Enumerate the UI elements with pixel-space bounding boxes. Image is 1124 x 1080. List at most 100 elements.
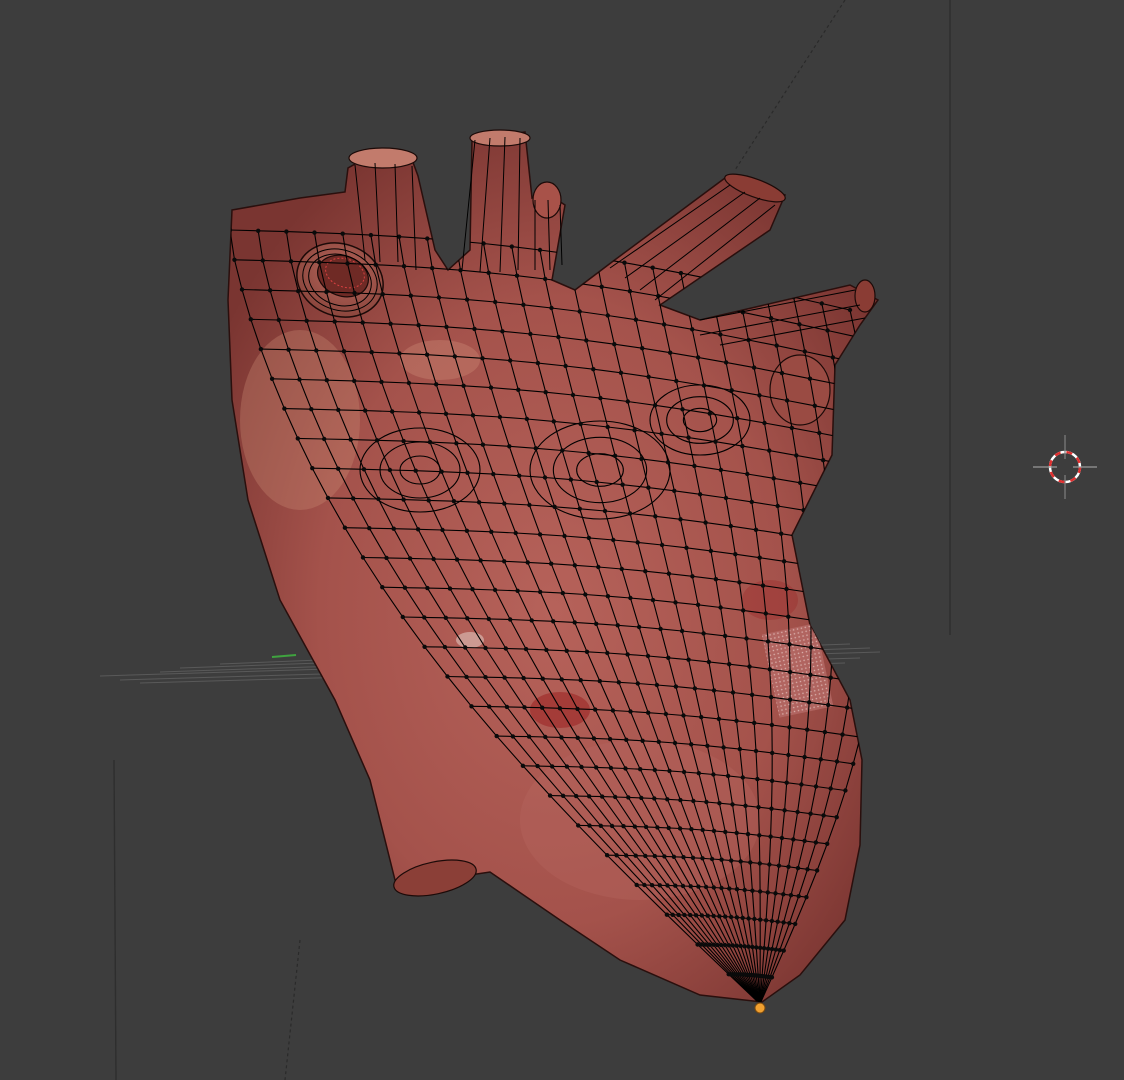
mesh-vertex	[826, 702, 831, 708]
mesh-vertex	[502, 501, 507, 506]
mesh-vertex	[425, 236, 430, 241]
mesh-vertex	[863, 387, 869, 393]
heart-mesh[interactable]	[227, 129, 884, 1006]
mesh-vertex	[818, 757, 823, 762]
mesh-vertex	[751, 365, 757, 370]
mesh-vertex	[380, 585, 385, 590]
mesh-vertex	[390, 409, 395, 414]
mesh-vertex	[239, 287, 245, 292]
mesh-vertex	[634, 882, 639, 888]
mesh-vertex	[729, 388, 734, 393]
mesh-vertex	[360, 555, 366, 560]
mesh-vertex	[591, 736, 597, 741]
mesh-vertex	[655, 825, 660, 830]
mesh-vertex	[452, 354, 457, 359]
mesh-vertex	[707, 411, 712, 416]
mesh-vertex	[695, 355, 701, 360]
mesh-vertex	[690, 855, 696, 860]
mesh-vertex	[615, 623, 620, 628]
mesh-vertex	[848, 678, 854, 683]
mesh-vertex	[521, 302, 526, 307]
mesh-vertex	[524, 416, 530, 422]
mesh-vertex	[737, 580, 742, 585]
mesh-vertex	[652, 796, 657, 801]
mesh-vertex	[662, 854, 667, 859]
mesh-vertex	[297, 377, 302, 382]
mesh-vertex	[470, 587, 475, 592]
mesh-vertex	[814, 868, 820, 873]
mesh-vertex	[676, 912, 681, 918]
mesh-vertex	[705, 913, 710, 918]
mesh-vertex	[711, 942, 716, 947]
mesh-vertex	[480, 442, 486, 447]
mesh-vertex	[876, 628, 878, 633]
mesh-vertex	[312, 230, 317, 235]
mesh-vertex	[367, 526, 372, 531]
y-axis-line	[271, 654, 297, 658]
mesh-vertex	[769, 806, 774, 811]
mesh-vertex	[526, 734, 532, 739]
mesh-vertex	[267, 288, 273, 293]
mesh-vertex	[488, 385, 494, 390]
viewport-scene[interactable]	[0, 0, 1124, 1080]
mesh-vertex	[607, 736, 613, 742]
mesh-vertex	[773, 891, 778, 896]
mesh-vertex	[388, 321, 393, 326]
mesh-vertex	[681, 769, 687, 775]
mesh-vertex	[228, 227, 233, 233]
mesh-vertex	[556, 334, 561, 340]
mesh-vertex	[769, 778, 775, 783]
mesh-vertex	[719, 857, 724, 862]
mesh-vertex	[725, 773, 731, 779]
mesh-vertex	[566, 251, 571, 256]
mesh-vertex	[767, 862, 772, 867]
mesh-vertex	[858, 361, 864, 366]
mesh-vertex	[616, 680, 621, 685]
mesh-vertex	[727, 662, 732, 667]
mesh-vertex	[609, 823, 615, 829]
mesh-vertex	[665, 460, 671, 465]
mesh-vertex	[520, 763, 526, 768]
mesh-vertex	[560, 793, 566, 798]
mesh-vertex	[681, 713, 686, 718]
mesh-vertex	[632, 824, 637, 829]
mesh-vertex	[763, 288, 768, 293]
3d-cursor-icon[interactable]	[1033, 435, 1097, 499]
mesh-vertex	[719, 885, 724, 891]
mesh-vertex	[787, 642, 792, 647]
mesh-vertex	[610, 708, 616, 713]
mesh-vertex	[654, 682, 660, 688]
3d-viewport[interactable]	[0, 0, 1124, 1080]
mesh-vertex	[670, 912, 675, 917]
mesh-vertex	[752, 916, 757, 922]
mesh-vertex	[730, 802, 735, 807]
mesh-vertex	[840, 732, 845, 737]
mesh-vertex	[447, 586, 453, 591]
mesh-vertex	[652, 403, 658, 408]
mesh-vertex	[868, 414, 873, 419]
mesh-vertex	[701, 631, 706, 636]
mesh-vertex	[768, 316, 774, 321]
mesh-vertex	[635, 540, 640, 545]
mesh-vertex	[317, 260, 322, 265]
mesh-vertex	[443, 615, 448, 620]
mesh-vertex	[784, 586, 789, 592]
active-vertex-icon[interactable]	[754, 1002, 766, 1014]
mesh-vertex	[613, 794, 618, 800]
mesh-vertex	[740, 443, 745, 449]
mesh-vertex	[781, 892, 786, 897]
mesh-vertex	[738, 859, 743, 864]
mesh-vertex	[807, 590, 813, 595]
mesh-vertex	[692, 463, 697, 469]
mesh-vertex	[563, 363, 568, 369]
mesh-vertex	[624, 853, 629, 858]
mesh-vertex	[612, 453, 618, 458]
mesh-vertex	[646, 485, 651, 490]
mesh-vertex	[705, 743, 710, 748]
mesh-vertex	[775, 919, 780, 924]
mesh-vertex	[483, 675, 488, 680]
mesh-vertex	[464, 528, 470, 533]
mesh-vertex	[812, 403, 817, 408]
mesh-vertex	[380, 292, 385, 297]
mesh-vertex	[650, 597, 656, 603]
